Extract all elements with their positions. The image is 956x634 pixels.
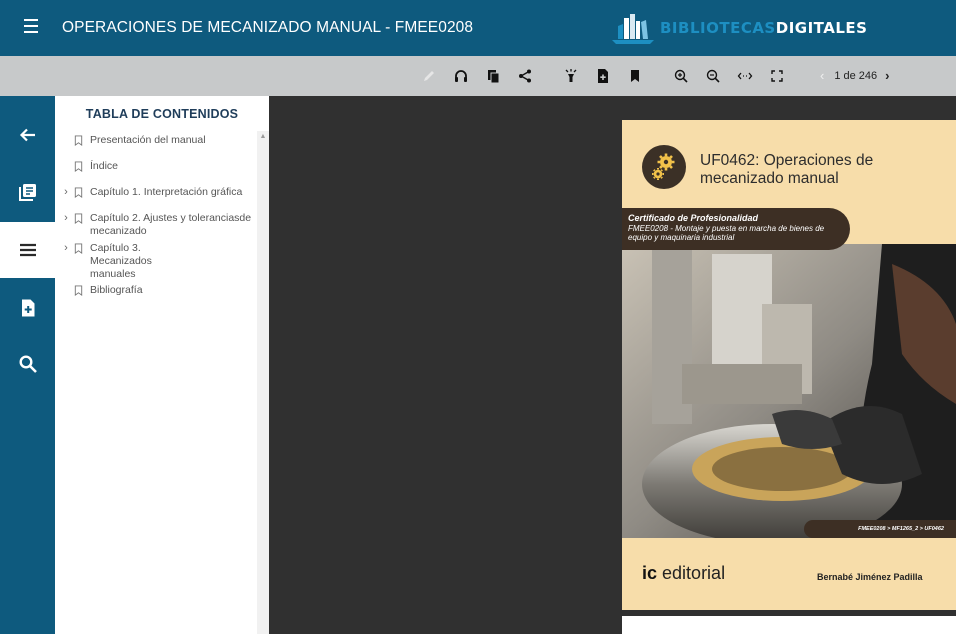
toc-item-label: Capítulo 1. Interpretación gráfica: [90, 186, 243, 198]
toc-scrollbar[interactable]: [257, 131, 269, 634]
copy-icon[interactable]: [482, 65, 504, 87]
gears-icon: [642, 145, 686, 189]
back-arrow-icon[interactable]: [0, 107, 55, 163]
bookmark-outline-icon: [73, 186, 85, 202]
toc-list: Presentación del manual Índice › Capítul…: [55, 134, 259, 300]
top-bar: OPERACIONES DE MECANIZADO MANUAL - FMEE0…: [0, 0, 956, 56]
page-indicator: 1 de 246: [834, 69, 878, 82]
pencil-icon[interactable]: [418, 65, 440, 87]
toc-list-icon[interactable]: [0, 222, 55, 278]
bookmark-outline-icon: [73, 160, 85, 176]
next-page-edge: [622, 616, 956, 634]
share-icon[interactable]: [514, 65, 536, 87]
chevron-right-icon[interactable]: ›: [59, 242, 73, 255]
add-note-icon[interactable]: [0, 280, 55, 336]
certificate-title: Certificado de Profesionalidad: [628, 213, 759, 223]
scroll-up-arrow-icon[interactable]: ▲: [257, 131, 269, 143]
toc-item-label: Capítulo 3. Mecanizados manuales: [90, 242, 152, 280]
library-icon[interactable]: [0, 164, 55, 220]
brand-text-bibliotecas: BIBLIOTECAS: [660, 19, 776, 37]
toc-item[interactable]: › Capítulo 3. Mecanizados manuales: [55, 242, 259, 281]
certificate-band: Certificado de Profesionalidad FMEE0208 …: [622, 208, 850, 250]
bookmark-outline-icon: [73, 134, 85, 150]
bookmark-outline-icon: [73, 242, 85, 258]
author-name: Bernabé Jiménez Padilla: [817, 572, 923, 582]
reader-toolbar: ‹ 1 de 246 ›: [0, 56, 956, 96]
highlighter-icon[interactable]: [560, 65, 582, 87]
bookmark-outline-icon: [73, 212, 85, 228]
fullscreen-icon[interactable]: [766, 65, 788, 87]
table-of-contents-panel: TABLA DE CONTENIDOS Presentación del man…: [55, 96, 269, 634]
search-icon[interactable]: [0, 336, 55, 392]
hamburger-menu-icon[interactable]: [20, 19, 42, 37]
publisher-logo: ic editorial: [642, 563, 725, 584]
previous-page-button[interactable]: ‹: [820, 68, 824, 83]
toc-item[interactable]: Presentación del manual: [55, 134, 259, 150]
course-code: FMEE0208 > MF1265_2 > UF0462: [804, 520, 956, 538]
toc-heading: TABLA DE CONTENIDOS: [85, 107, 239, 121]
certificate-subtitle: FMEE0208 - Montaje y puesta en marcha de…: [628, 224, 825, 242]
toc-item[interactable]: Índice: [55, 160, 259, 176]
bookmark-outline-icon: [73, 284, 85, 300]
left-navigation-rail: [0, 96, 55, 634]
next-page-button[interactable]: ›: [885, 68, 889, 83]
toc-item-label: Índice: [90, 160, 119, 172]
toc-item-label: Capítulo 2. Ajustes y toleranciasde meca…: [90, 212, 252, 237]
cover-photo: [622, 244, 956, 538]
publisher-name: editorial: [662, 563, 726, 583]
toc-item-label: Bibliografía: [90, 284, 143, 296]
add-document-icon[interactable]: [592, 65, 614, 87]
bookmark-icon[interactable]: [624, 65, 646, 87]
book-cover-page: UF0462: Operaciones de mecanizado manual: [622, 120, 956, 610]
publisher-ic: ic: [642, 563, 658, 583]
fit-width-icon[interactable]: [734, 65, 756, 87]
toc-item[interactable]: Bibliografía: [55, 284, 259, 300]
brand-logo: BIBLIOTECASDIGITALES: [610, 12, 867, 44]
zoom-in-icon[interactable]: [670, 65, 692, 87]
page-navigator: ‹ 1 de 246 ›: [820, 68, 890, 83]
zoom-out-icon[interactable]: [702, 65, 724, 87]
headphones-icon[interactable]: [450, 65, 472, 87]
chevron-right-icon[interactable]: ›: [59, 212, 73, 225]
brand-text-digitales: DIGITALES: [775, 19, 868, 37]
bookshelf-logo-icon: [612, 14, 654, 44]
cover-title: UF0462: Operaciones de mecanizado manual: [700, 152, 874, 187]
toc-item[interactable]: › Capítulo 1. Interpretación gráfica: [55, 186, 259, 202]
toc-item-label: Presentación del manual: [90, 134, 206, 146]
chevron-right-icon[interactable]: ›: [59, 186, 73, 199]
book-title: OPERACIONES DE MECANIZADO MANUAL - FMEE0…: [62, 19, 474, 36]
toc-item[interactable]: › Capítulo 2. Ajustes y toleranciasde me…: [55, 212, 259, 238]
